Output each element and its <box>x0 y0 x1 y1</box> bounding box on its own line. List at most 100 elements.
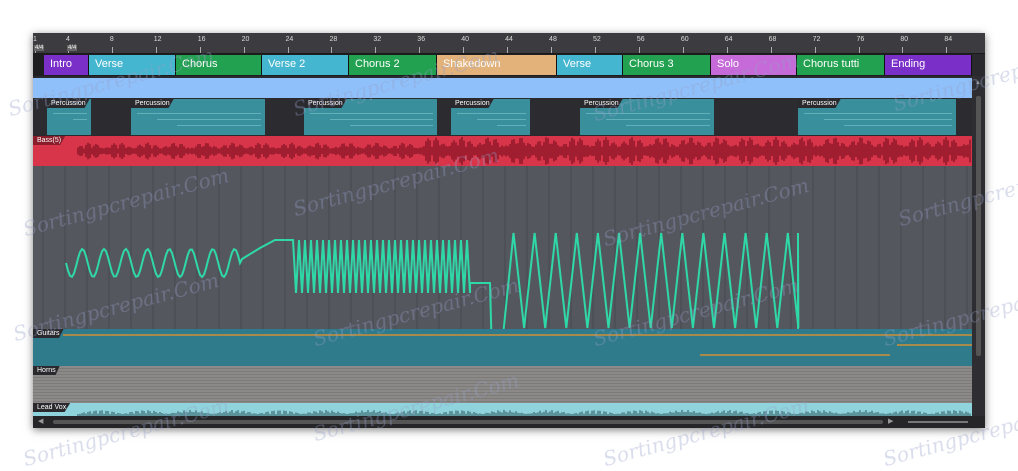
ruler-tick <box>375 47 377 53</box>
ruler-bar-number: 56 <box>636 36 645 43</box>
section-label: Chorus tutti <box>803 58 860 70</box>
waveform <box>77 137 971 165</box>
section-label: Verse <box>95 58 124 70</box>
ruler-bar-number: 32 <box>373 36 382 43</box>
ruler-bar-number: 48 <box>549 36 557 43</box>
arranger-section[interactable]: Chorus 3 <box>623 55 711 75</box>
section-label: Verse 2 <box>268 58 306 70</box>
zoom-slider[interactable] <box>908 421 968 423</box>
guitar-clip[interactable] <box>897 344 972 346</box>
ruler-tick <box>770 47 772 53</box>
arranger-section[interactable]: Intro <box>44 55 89 75</box>
arranger-section[interactable]: Chorus tutti <box>797 55 885 75</box>
section-label: Solo <box>717 58 740 70</box>
chord-track[interactable] <box>33 78 972 98</box>
section-label: Chorus 2 <box>355 58 400 70</box>
ruler-tick <box>507 47 509 53</box>
ruler-tick <box>199 47 201 53</box>
ruler-bar-number: 8 <box>109 36 114 43</box>
arranger-section[interactable]: Verse <box>557 55 623 75</box>
guitar-clip[interactable] <box>63 334 972 336</box>
ruler-bar-number: 20 <box>241 36 250 43</box>
ruler-bar-number: 64 <box>724 36 733 43</box>
ruler-tick <box>155 47 157 53</box>
percussion-track: Percussion Percussion Percussion Percussion… <box>33 99 972 135</box>
scroll-left-icon[interactable]: ◀ <box>38 417 43 425</box>
ruler-tick <box>419 47 421 53</box>
percussion-clip[interactable]: Percussion <box>131 99 265 135</box>
automation-curve[interactable] <box>33 166 972 329</box>
percussion-clip[interactable]: Percussion <box>47 99 91 135</box>
arranger-section[interactable]: Verse <box>89 55 176 75</box>
track-label-horns: Horns <box>33 366 60 375</box>
clip-label: Percussion <box>47 99 90 108</box>
percussion-clip[interactable]: Percussion <box>304 99 437 135</box>
guitars-track[interactable]: Guitars <box>33 329 972 366</box>
ruler-bar-number: 80 <box>900 36 909 43</box>
arranger-section[interactable]: Chorus <box>176 55 262 75</box>
ruler-tick <box>946 47 948 53</box>
clip-label: Percussion <box>304 99 347 108</box>
ruler-tick <box>551 47 553 53</box>
ruler-tick <box>287 47 289 53</box>
ruler-tick <box>682 47 684 53</box>
time-signature[interactable]: 4/4 <box>34 45 45 51</box>
section-label: Intro <box>50 58 73 70</box>
arranger-track: Intro Verse Chorus Verse 2 Chorus 2 Shakedown… <box>33 54 972 76</box>
arranger-section[interactable]: Shakedown <box>437 55 557 75</box>
time-signature[interactable]: 4/4 <box>66 45 78 51</box>
ruler-bar-number: 24 <box>285 36 294 43</box>
ruler-tick <box>243 47 245 53</box>
section-label: Chorus 3 <box>629 58 674 70</box>
ruler-bar-number: 68 <box>768 36 777 43</box>
guitar-clip[interactable] <box>700 354 890 356</box>
section-label: Ending <box>891 58 926 70</box>
clip-label: Percussion <box>451 99 494 108</box>
percussion-clip[interactable]: Percussion <box>580 99 714 135</box>
ruler-tick <box>331 47 333 53</box>
ruler-tick <box>726 47 728 53</box>
ruler-bar-number: 4 <box>65 36 70 43</box>
timeline-ruler[interactable]: 1 4 8 12 16 20 24 28 32 36 40 44 48 52 56 60 64 68 72 76 80 8… <box>33 33 985 54</box>
percussion-clip[interactable]: Percussion <box>451 99 530 135</box>
vox-waveform <box>77 410 971 416</box>
ruler-tick <box>594 47 596 53</box>
ruler-tick <box>638 47 640 53</box>
track-label-bass: Bass(5) <box>33 136 66 145</box>
horizontal-scrollbar[interactable]: ◀ ▶ <box>33 416 985 428</box>
ruler-tick <box>902 47 904 53</box>
ruler-tick <box>858 47 860 53</box>
scroll-right-icon[interactable]: ▶ <box>888 417 893 425</box>
ruler-bar-number: 44 <box>505 36 513 43</box>
ruler-tick <box>814 47 816 53</box>
ruler-tick <box>463 47 465 53</box>
arranger-section[interactable]: Chorus 2 <box>349 55 437 75</box>
ruler-bar-number: 72 <box>812 36 821 43</box>
arranger-section[interactable]: Ending <box>885 55 972 75</box>
arrangement-window: 1 4 8 12 16 20 24 28 32 36 40 44 48 52 56 60 64 68 72 76 80 8… <box>33 33 985 428</box>
section-label: Verse <box>563 58 592 70</box>
lead-vox-track[interactable]: Lead Vox <box>33 403 972 416</box>
section-label: Shakedown <box>443 58 501 70</box>
ruler-bar-number: 76 <box>856 36 865 43</box>
arranger-section[interactable]: Verse 2 <box>262 55 349 75</box>
clip-label: Percussion <box>131 99 174 108</box>
ruler-bar-number: 16 <box>197 36 206 43</box>
track-label-lead-vox: Lead Vox <box>33 403 71 412</box>
bass-track[interactable]: Bass(5) <box>33 136 972 166</box>
section-label: Chorus <box>182 58 218 70</box>
horizontal-scroll-thumb[interactable] <box>53 420 883 424</box>
ruler-bar-number: 12 <box>153 36 162 43</box>
vertical-scroll-thumb[interactable] <box>976 96 981 356</box>
bass-waveform <box>77 137 971 165</box>
scroll-up-icon[interactable]: ▲ <box>975 80 981 86</box>
automation-line[interactable] <box>65 232 972 329</box>
track-label-guitars: Guitars <box>33 329 64 338</box>
clip-label: Percussion <box>580 99 623 108</box>
ruler-tick <box>111 47 113 53</box>
arranger-section[interactable]: Solo <box>711 55 797 75</box>
percussion-clip[interactable]: Percussion <box>798 99 956 135</box>
automation-lane[interactable] <box>33 166 972 329</box>
vertical-scrollbar[interactable]: ▲ <box>972 76 985 416</box>
horns-track[interactable]: Horns <box>33 366 972 403</box>
